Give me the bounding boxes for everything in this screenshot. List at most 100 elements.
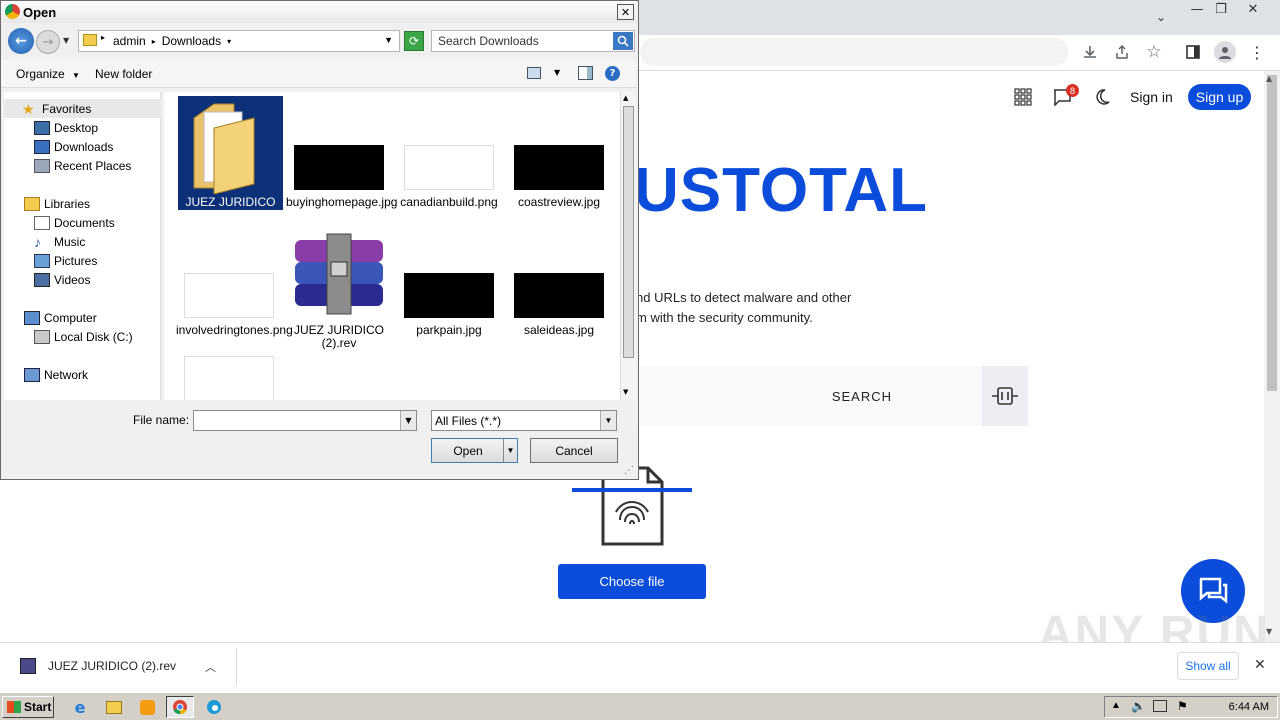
breadcrumb-admin[interactable]: admin bbox=[113, 34, 146, 48]
download-icon[interactable] bbox=[1079, 41, 1101, 63]
file-item-coastreview[interactable]: coastreview.jpg bbox=[506, 96, 612, 226]
clock[interactable]: 6:44 AM bbox=[1229, 701, 1269, 713]
resize-grip-icon[interactable]: ⋰ bbox=[624, 465, 634, 476]
nav-desktop-label: Desktop bbox=[54, 120, 99, 135]
nav-documents[interactable]: Documents bbox=[34, 213, 115, 232]
file-type-dropdown-icon[interactable]: ▼ bbox=[600, 411, 616, 430]
scroll-up-icon[interactable]: ▲ bbox=[623, 94, 628, 102]
action-center-flag-icon[interactable]: ⚑ bbox=[1177, 699, 1188, 713]
file-item-folder[interactable]: JUEZ JURIDICO (2) bbox=[178, 96, 283, 222]
description-line-2: m with the security community. bbox=[636, 310, 813, 325]
back-button[interactable]: ← bbox=[8, 28, 34, 54]
edge-icon[interactable] bbox=[200, 696, 228, 718]
restore-button[interactable]: ❐ bbox=[1208, 0, 1234, 18]
image-thumbnail bbox=[404, 145, 494, 190]
new-folder-button[interactable]: New folder bbox=[95, 67, 152, 81]
nav-desktop[interactable]: Desktop bbox=[34, 118, 98, 137]
internet-explorer-icon[interactable]: e bbox=[66, 696, 94, 718]
chrome-taskbar-icon[interactable] bbox=[166, 696, 194, 718]
view-dropdown-icon[interactable]: ▼ bbox=[554, 68, 560, 77]
scroll-up-arrow-icon[interactable]: ▲ bbox=[1266, 74, 1272, 83]
bookmark-star-icon[interactable]: ☆ bbox=[1143, 41, 1165, 63]
open-button[interactable]: Open ▼ bbox=[431, 438, 518, 463]
file-name-dropdown-icon[interactable]: ▼ bbox=[400, 411, 416, 430]
address-dropdown-icon[interactable]: ▼ bbox=[384, 35, 393, 45]
navigation-pane: ★ Favorites Desktop Downloads Recent Plac… bbox=[4, 92, 161, 400]
nav-videos[interactable]: Videos bbox=[34, 270, 90, 289]
search-tab[interactable]: SEARCH bbox=[636, 366, 982, 426]
share-icon[interactable] bbox=[1111, 41, 1133, 63]
file-item-involvedringtones[interactable]: involvedringtones.png bbox=[176, 224, 293, 354]
close-download-bar-icon[interactable]: ✕ bbox=[1254, 657, 1266, 673]
side-panel-icon[interactable] bbox=[1182, 41, 1204, 63]
scrollbar-thumb[interactable] bbox=[623, 106, 634, 358]
breadcrumb-chevron-icon[interactable]: ▾ bbox=[227, 37, 231, 46]
file-list-scrollbar[interactable]: ▲ ▼ bbox=[620, 92, 636, 400]
nav-libraries[interactable]: Libraries bbox=[24, 194, 90, 213]
nav-music[interactable]: ♪ Music bbox=[34, 232, 85, 251]
cancel-button[interactable]: Cancel bbox=[530, 438, 618, 463]
image-thumbnail bbox=[404, 273, 494, 318]
address-bar[interactable] bbox=[640, 38, 1068, 66]
nav-network[interactable]: Network bbox=[24, 365, 88, 384]
history-dropdown-icon[interactable]: ▼ bbox=[63, 36, 69, 45]
network-tray-icon[interactable] bbox=[1153, 700, 1167, 712]
volume-icon[interactable]: 🔈 bbox=[1131, 699, 1146, 713]
file-name-input[interactable]: ▼ bbox=[193, 410, 417, 431]
image-thumbnail bbox=[294, 145, 384, 190]
scrollbar-thumb[interactable] bbox=[1267, 75, 1277, 391]
nav-favorites[interactable]: ★ Favorites bbox=[4, 99, 161, 118]
sign-up-button[interactable]: Sign up bbox=[1188, 84, 1251, 110]
view-options-icon[interactable] bbox=[527, 67, 541, 79]
search-downloads-input[interactable]: Search Downloads bbox=[431, 30, 635, 52]
dialog-title-bar[interactable]: Open bbox=[1, 1, 636, 23]
search-icon[interactable] bbox=[613, 32, 633, 50]
nav-local-disk[interactable]: Local Disk (C:) bbox=[34, 327, 133, 346]
page-scrollbar[interactable] bbox=[1264, 71, 1280, 642]
forward-button[interactable]: → bbox=[36, 30, 60, 54]
file-item-partial[interactable] bbox=[176, 352, 282, 400]
file-item-buyinghomepage[interactable]: buyinghomepage.jpg bbox=[286, 96, 397, 226]
file-item-rev-archive[interactable]: JUEZ JURIDICO (2).rev bbox=[286, 224, 392, 354]
sign-in-link[interactable]: Sign in bbox=[1130, 89, 1173, 105]
organize-menu[interactable]: Organize ▼ bbox=[16, 67, 80, 81]
apps-grid-icon[interactable] bbox=[1014, 88, 1032, 109]
api-icon-button[interactable] bbox=[982, 366, 1028, 426]
profile-avatar[interactable] bbox=[1214, 41, 1236, 63]
start-button[interactable]: Start bbox=[2, 696, 54, 718]
file-type-value: All Files (*.*) bbox=[435, 413, 502, 428]
scroll-down-icon[interactable]: ▼ bbox=[623, 388, 628, 396]
file-item-saleideas[interactable]: saleideas.jpg bbox=[506, 224, 612, 354]
system-tray: ▲ 🔈 ⚑ 6:44 AM bbox=[1104, 696, 1278, 718]
refresh-button[interactable]: ⟳ bbox=[404, 31, 424, 51]
show-all-button[interactable]: Show all bbox=[1177, 652, 1239, 680]
breadcrumb-downloads[interactable]: Downloads bbox=[162, 34, 221, 48]
tray-expand-icon[interactable]: ▲ bbox=[1111, 700, 1121, 711]
open-split-arrow-icon[interactable]: ▼ bbox=[503, 439, 517, 462]
file-item-canadianbuild[interactable]: canadianbuild.png bbox=[396, 96, 502, 226]
file-type-select[interactable]: All Files (*.*) ▼ bbox=[431, 410, 617, 431]
libraries-icon bbox=[24, 196, 40, 211]
close-window-button[interactable]: ✕ bbox=[1240, 0, 1266, 18]
choose-file-button[interactable]: Choose file bbox=[558, 564, 706, 599]
network-icon bbox=[24, 367, 40, 382]
help-icon[interactable]: ? bbox=[605, 66, 620, 81]
tab-search-chevron-icon[interactable]: ⌄ bbox=[1152, 8, 1170, 26]
breadcrumb-separator-icon[interactable]: ▸ bbox=[152, 37, 156, 46]
more-menu-icon[interactable]: ⋮ bbox=[1246, 41, 1268, 63]
nav-computer[interactable]: Computer bbox=[24, 308, 97, 327]
dialog-close-button[interactable]: ✕ bbox=[617, 4, 634, 20]
nav-downloads[interactable]: Downloads bbox=[34, 137, 113, 156]
download-item-chevron-icon[interactable]: ︿ bbox=[205, 659, 216, 675]
file-item-parkpain[interactable]: parkpain.jpg bbox=[396, 224, 502, 354]
breadcrumb[interactable]: ▸ admin ▸ Downloads ▾ ▼ bbox=[78, 30, 400, 52]
preview-pane-icon[interactable] bbox=[578, 66, 593, 80]
nav-pictures[interactable]: Pictures bbox=[34, 251, 97, 270]
nav-recent-places[interactable]: Recent Places bbox=[34, 156, 131, 175]
breadcrumb-arrow-icon[interactable]: ▸ bbox=[101, 33, 105, 42]
media-player-icon[interactable] bbox=[133, 696, 161, 718]
file-explorer-icon[interactable] bbox=[100, 696, 128, 718]
minimize-button[interactable]: — bbox=[1184, 0, 1210, 18]
dark-mode-moon-icon[interactable] bbox=[1093, 88, 1111, 109]
download-item-name[interactable]: JUEZ JURIDICO (2).rev bbox=[48, 659, 176, 673]
